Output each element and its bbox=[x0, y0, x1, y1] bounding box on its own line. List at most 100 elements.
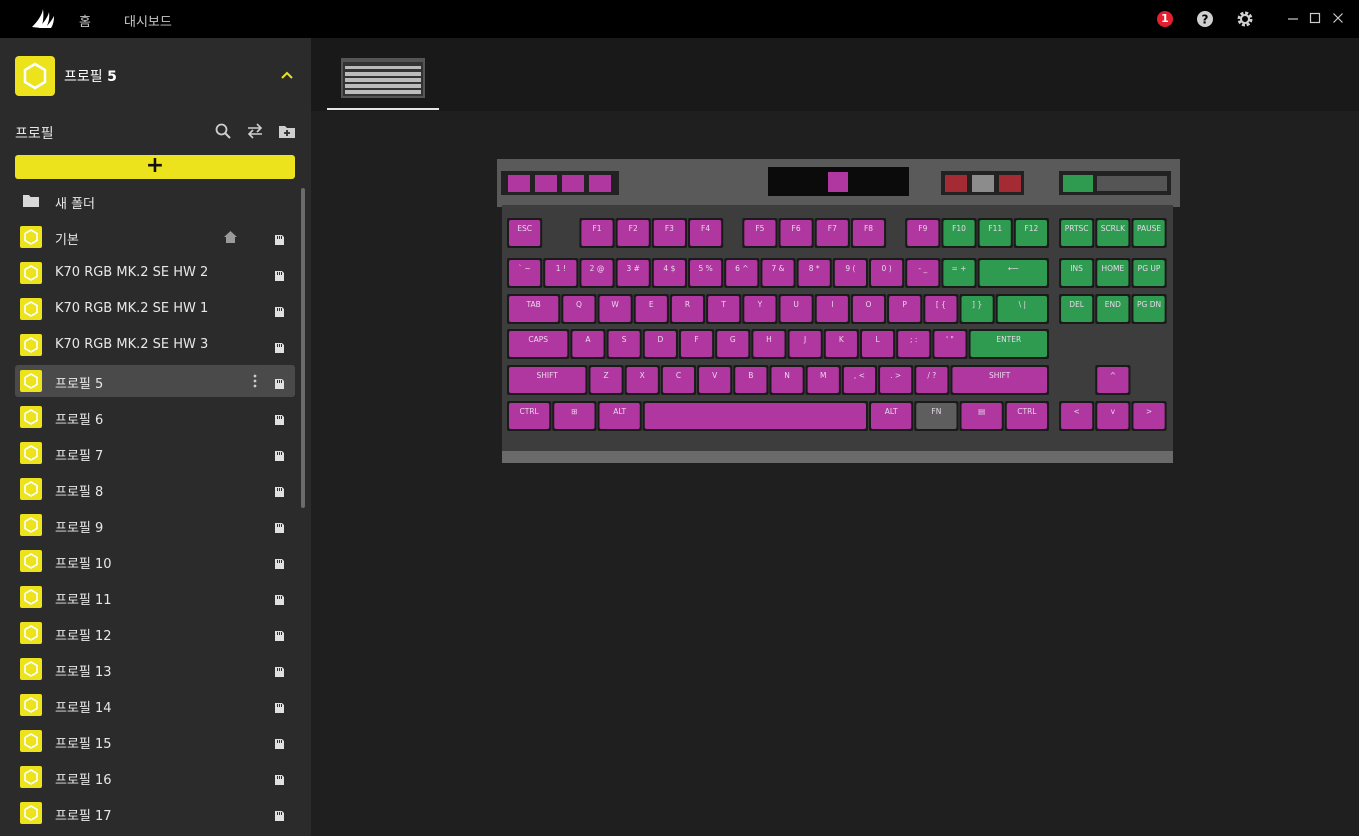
profile-item[interactable]: 프로필 13 bbox=[15, 653, 295, 685]
keyboard-key[interactable] bbox=[644, 403, 866, 429]
chevron-up-icon[interactable] bbox=[280, 70, 294, 80]
profile-item-label: 프로필 13 bbox=[55, 665, 112, 680]
profile-item[interactable]: K70 RGB MK.2 SE HW 1 bbox=[15, 293, 295, 325]
profile-item[interactable]: 프로필 9 bbox=[15, 509, 295, 541]
notification-badge[interactable]: 1 bbox=[1157, 11, 1173, 27]
key-legend: F7 bbox=[828, 224, 837, 233]
profile-item[interactable]: 프로필 10 bbox=[15, 545, 295, 577]
profile-item[interactable]: K70 RGB MK.2 SE HW 3 bbox=[15, 329, 295, 361]
key-legend: D bbox=[657, 335, 663, 344]
profile-hex-icon bbox=[20, 730, 42, 752]
profile-item-label: 프로필 17 bbox=[55, 809, 112, 824]
profile-hex-icon bbox=[20, 658, 42, 680]
onboard-memory-icon bbox=[274, 771, 285, 785]
onboard-memory-icon bbox=[274, 627, 285, 641]
media-key bbox=[589, 175, 611, 192]
add-profile-button[interactable]: + bbox=[15, 153, 295, 179]
nav-dashboard[interactable]: 대시보드 bbox=[124, 11, 172, 30]
add-folder-icon[interactable] bbox=[278, 122, 296, 140]
profile-item[interactable]: 프로필 17 bbox=[15, 797, 295, 829]
sidebar-scrollbar[interactable] bbox=[301, 188, 305, 508]
key-legend: ALT bbox=[613, 407, 626, 416]
device-strip bbox=[311, 38, 1359, 111]
key-legend: F8 bbox=[864, 224, 873, 233]
nav-home[interactable]: 홈 bbox=[79, 11, 91, 30]
key-legend: ALT bbox=[885, 407, 898, 416]
corsair-logo-led bbox=[828, 172, 848, 192]
close-icon[interactable] bbox=[1331, 11, 1345, 25]
key-legend: [ { bbox=[936, 300, 946, 309]
onboard-memory-icon bbox=[274, 231, 285, 245]
onboard-memory-icon bbox=[274, 303, 285, 317]
profile-hex-icon bbox=[20, 298, 42, 320]
key-legend: PG UP bbox=[1138, 264, 1161, 273]
profile-item[interactable]: 프로필 11 bbox=[15, 581, 295, 613]
key-legend: F3 bbox=[665, 224, 674, 233]
profile-item[interactable]: 프로필 7 bbox=[15, 437, 295, 469]
folder-item[interactable]: 새 폴더 bbox=[15, 185, 295, 217]
swap-icon[interactable] bbox=[246, 122, 264, 140]
corsair-logo-icon[interactable] bbox=[30, 7, 56, 31]
key-legend: F12 bbox=[1024, 224, 1038, 233]
key-legend: . > bbox=[890, 371, 901, 380]
key-legend: F1 bbox=[592, 224, 601, 233]
profile-sidebar: 프로필 5 프로필 + 새 폴더기본 K70 RGB MK.2 SE HW 2 K7… bbox=[0, 38, 311, 836]
search-icon[interactable] bbox=[214, 122, 232, 140]
key-legend: \ | bbox=[1019, 300, 1026, 309]
keyboard-device-thumbnail[interactable] bbox=[341, 58, 425, 98]
onboard-memory-icon bbox=[274, 807, 285, 821]
key-legend: V bbox=[712, 371, 718, 380]
profile-item-label: 프로필 11 bbox=[55, 593, 112, 608]
maximize-icon[interactable] bbox=[1308, 11, 1322, 25]
help-icon[interactable]: ? bbox=[1196, 10, 1214, 28]
profile-item[interactable]: 프로필 15 bbox=[15, 725, 295, 757]
selected-profile-header[interactable]: 프로필 5 bbox=[0, 38, 311, 112]
profile-hex-icon bbox=[20, 550, 42, 572]
key-legend: F10 bbox=[952, 224, 966, 233]
key-legend: G bbox=[730, 335, 736, 344]
svg-text:?: ? bbox=[1202, 13, 1209, 27]
profile-item[interactable]: K70 RGB MK.2 SE HW 2 bbox=[15, 257, 295, 289]
profile-item[interactable]: 프로필 12 bbox=[15, 617, 295, 649]
profile-item[interactable]: 프로필 8 bbox=[15, 473, 295, 505]
key-legend: I bbox=[831, 300, 833, 309]
volume-roller bbox=[1097, 176, 1167, 191]
key-legend: ] } bbox=[972, 300, 982, 309]
more-options-icon[interactable] bbox=[253, 373, 257, 389]
profile-item[interactable]: 프로필 6 bbox=[15, 401, 295, 433]
profile-item-label: 프로필 8 bbox=[55, 485, 104, 500]
key-legend: Q bbox=[576, 300, 582, 309]
key-legend: O bbox=[866, 300, 872, 309]
profile-item-label: 프로필 7 bbox=[55, 449, 104, 464]
gear-icon[interactable] bbox=[1236, 10, 1254, 28]
key-legend: CTRL bbox=[520, 407, 540, 416]
key-legend: ^ bbox=[1110, 371, 1116, 380]
selected-profile-prefix: 프로필 bbox=[64, 69, 103, 85]
profile-hex-icon bbox=[20, 442, 42, 464]
key-legend: ENTER bbox=[996, 335, 1021, 344]
profile-hex-icon bbox=[20, 766, 42, 788]
key-legend: 8 * bbox=[809, 264, 820, 273]
profile-hex-icon bbox=[20, 514, 42, 536]
profile-item-label: 기본 bbox=[55, 233, 79, 248]
mute-key bbox=[1063, 175, 1093, 192]
key-legend: M bbox=[820, 371, 826, 380]
key-legend: ⟵ bbox=[1008, 264, 1019, 273]
profile-hex-icon bbox=[20, 334, 42, 356]
key-legend: X bbox=[640, 371, 645, 380]
profile-item[interactable]: 프로필 16 bbox=[15, 761, 295, 793]
key-legend: J bbox=[803, 335, 806, 344]
profile-item-label: 새 폴더 bbox=[55, 197, 96, 212]
key-legend: / ? bbox=[927, 371, 936, 380]
onboard-memory-icon bbox=[274, 411, 285, 425]
onboard-memory-icon bbox=[274, 699, 285, 713]
profile-hex-icon bbox=[15, 56, 55, 96]
minimize-icon[interactable] bbox=[1286, 11, 1300, 25]
key-legend: 6 ^ bbox=[735, 264, 748, 273]
profile-item[interactable]: 기본 bbox=[15, 221, 295, 253]
profile-item[interactable]: 프로필 5 bbox=[15, 365, 295, 397]
key-legend: , < bbox=[854, 371, 865, 380]
profile-hex-icon bbox=[20, 586, 42, 608]
profile-item[interactable]: 프로필 14 bbox=[15, 689, 295, 721]
profile-hex-icon bbox=[20, 802, 42, 824]
